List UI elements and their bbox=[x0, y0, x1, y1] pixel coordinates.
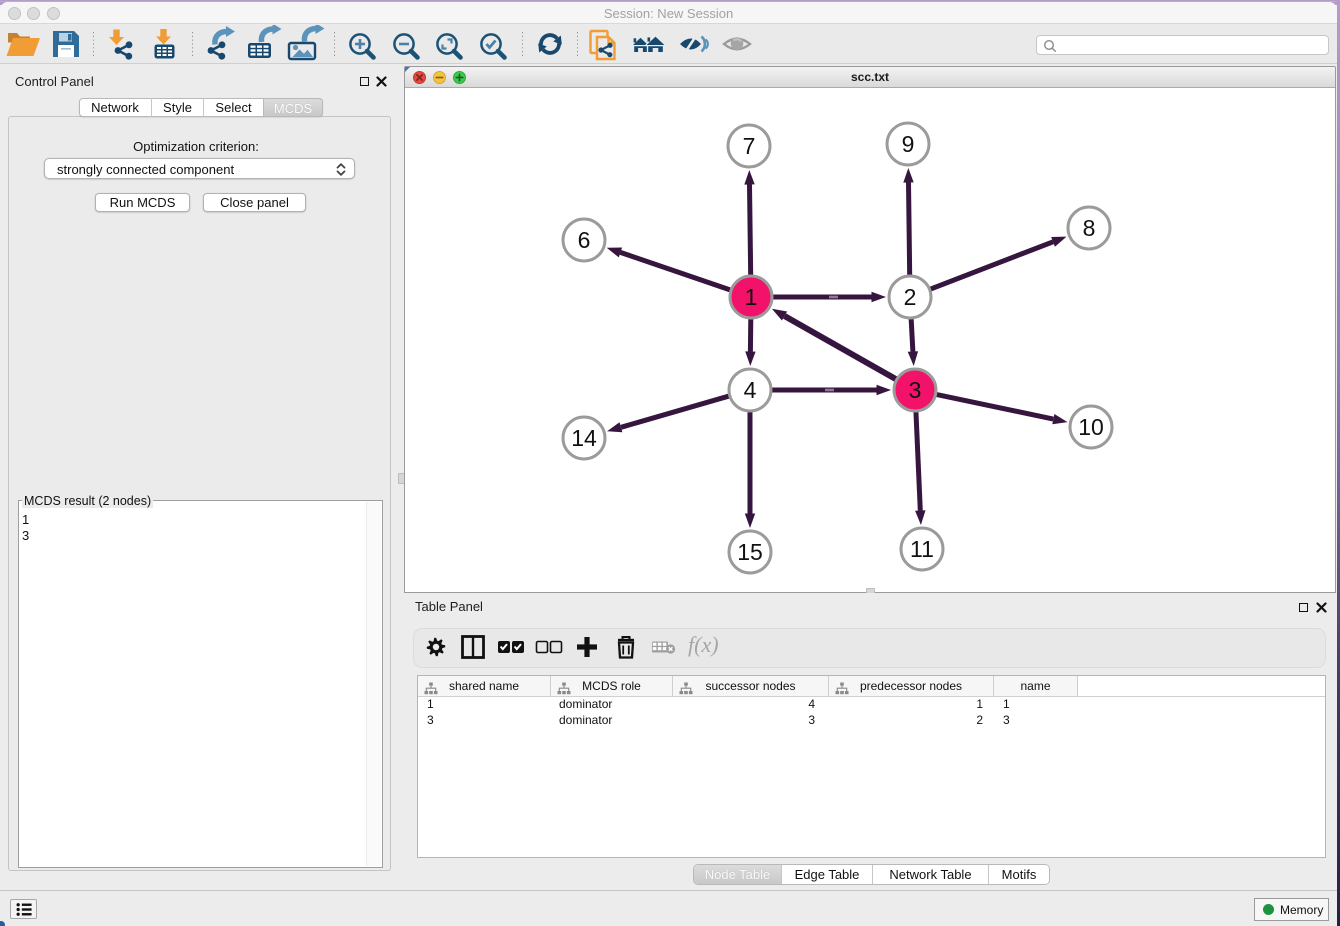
svg-text:11: 11 bbox=[910, 536, 934, 562]
svg-text:6: 6 bbox=[578, 227, 591, 253]
svg-text:9: 9 bbox=[902, 131, 915, 157]
svg-text:1: 1 bbox=[745, 284, 758, 310]
svg-text:10: 10 bbox=[1078, 414, 1104, 440]
svg-text:15: 15 bbox=[737, 539, 763, 565]
svg-text:4: 4 bbox=[744, 377, 757, 403]
svg-text:8: 8 bbox=[1083, 215, 1096, 241]
svg-text:14: 14 bbox=[571, 425, 597, 451]
svg-text:3: 3 bbox=[909, 377, 922, 403]
svg-text:7: 7 bbox=[743, 133, 756, 159]
svg-text:2: 2 bbox=[904, 284, 917, 310]
